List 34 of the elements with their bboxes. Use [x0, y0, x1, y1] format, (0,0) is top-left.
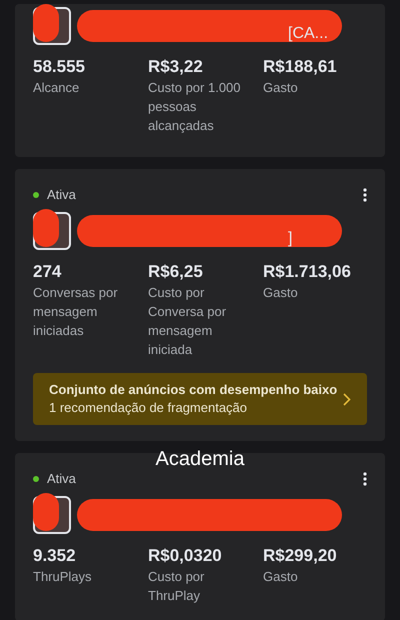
metric-value: R$299,20 [263, 545, 338, 567]
ad-name-fragment: [CA... [288, 26, 328, 42]
metric-value: 274 [33, 261, 62, 283]
metric-label: Gasto [263, 284, 299, 302]
ad-card[interactable]: Academia Ativa 9.352 ThruPlays R$0,0320 Custo por ThruPlay R$299,20 Gasto [15, 453, 385, 620]
metric-value: R$0,0320 [148, 545, 223, 567]
metric-label: ThruPlays [33, 568, 93, 586]
recommendation-title: Conjunto de anúncios com desempenho baixo [49, 381, 338, 399]
metric-value: R$188,61 [263, 56, 338, 78]
metric-label: Conversas por mensagem iniciadas [33, 284, 119, 340]
metric-label: Custo por 1.000 pessoas alcançadas [148, 79, 242, 135]
redaction-scribble [33, 493, 59, 531]
metric-label: Alcance [33, 79, 80, 97]
metric-label: Gasto [263, 79, 299, 97]
metric-value: R$3,22 [148, 56, 204, 78]
metric-value: R$6,25 [148, 261, 204, 283]
metric-value: 58.555 [33, 56, 86, 78]
metric-value: 9.352 [33, 545, 77, 567]
more-options-icon[interactable] [363, 188, 367, 202]
status-label: Ativa [47, 186, 76, 204]
metric-label: Gasto [263, 568, 299, 586]
redaction-scribble [33, 209, 59, 247]
metric-label: Custo por ThruPlay [148, 568, 206, 605]
ad-card[interactable]: Ativa ] 274 Conversas por mensagem iniciadas R$6,25 Custo por Conversa por mensagem iniciada R$1.713,06 Gasto Conjunto de anúncios com desempenho baixo 1 recomendação de fragmentação [15, 169, 385, 441]
redaction-scribble [33, 4, 59, 42]
metric-label: Custo por Conversa por mensagem iniciada [148, 284, 228, 359]
recommendation-subtitle: 1 recomendação de fragmentação [49, 399, 248, 417]
chevron-right-icon [343, 392, 351, 406]
metric-value: R$1.713,06 [263, 261, 352, 283]
ad-name-fragment: ] [288, 231, 292, 247]
status-label: Ativa [47, 470, 76, 488]
ad-card[interactable]: [CA... 58.555 Alcance R$3,22 Custo por 1.000 pessoas alcançadas R$188,61 Gasto [15, 4, 385, 157]
recommendation-banner[interactable]: Conjunto de anúncios com desempenho baixo 1 recomendação de fragmentação [33, 373, 367, 425]
more-options-icon[interactable] [363, 472, 367, 486]
